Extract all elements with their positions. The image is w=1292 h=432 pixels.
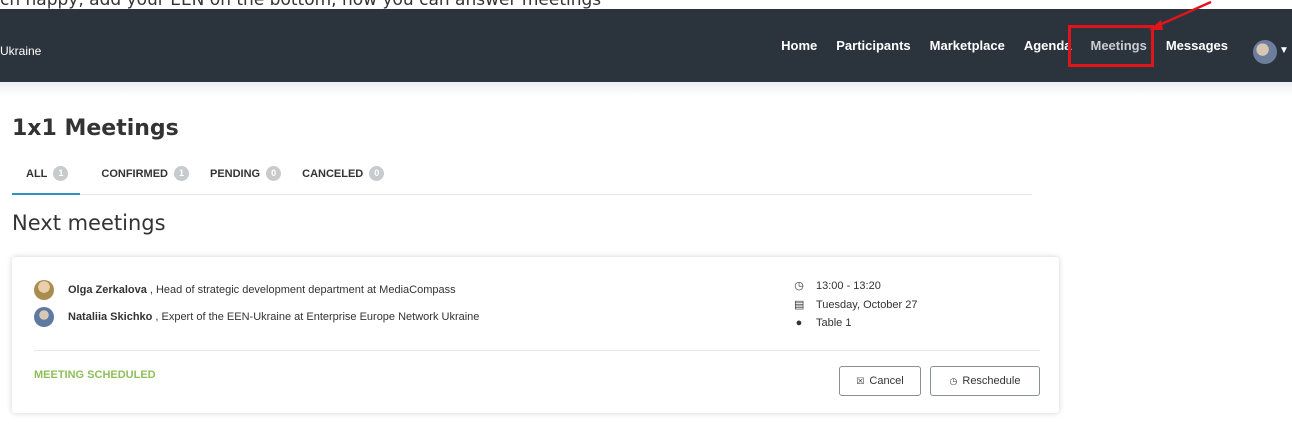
status-badge: MEETING SCHEDULED: [34, 369, 156, 381]
count-badge: 1: [174, 166, 189, 181]
meeting-date-text: Tuesday, October 27: [816, 298, 918, 311]
nav-messages[interactable]: Messages: [1166, 38, 1228, 53]
clock-icon: ◷: [794, 280, 804, 292]
annotation-highlight-box: [1068, 25, 1154, 67]
cancel-label: Cancel: [869, 375, 904, 387]
page-title: 1x1 Meetings: [12, 116, 179, 141]
chevron-down-icon[interactable]: ▼: [1279, 45, 1289, 56]
user-avatar[interactable]: [1253, 40, 1277, 64]
top-strip: ch happy, add your EEN on the bottom, ho…: [0, 0, 1292, 9]
participant-role: , Head of strategic development departme…: [149, 284, 456, 296]
participant-name[interactable]: Olga Zerkalova: [68, 284, 147, 296]
nav-agenda[interactable]: Agenda: [1024, 38, 1072, 53]
reschedule-button[interactable]: ◷ Reschedule: [930, 366, 1040, 396]
tab-label: ALL: [26, 168, 48, 180]
tab-label: CONFIRMED: [101, 168, 168, 180]
brand[interactable]: Ukraine: [0, 44, 41, 58]
section-title: Next meetings: [12, 211, 166, 235]
meeting-date: ▤ Tuesday, October 27: [794, 298, 918, 312]
meeting-card: Olga Zerkalova , Head of strategic devel…: [12, 257, 1059, 413]
count-badge: 0: [369, 166, 385, 181]
participant-role: , Expert of the EEN-Ukraine at Enterpris…: [155, 311, 480, 323]
meeting-location: ● Table 1: [794, 317, 852, 329]
tab-pending[interactable]: PENDING 0: [210, 160, 282, 195]
meeting-time: ◷ 13:00 - 13:20: [794, 279, 881, 293]
count-badge: 1: [53, 166, 69, 181]
tab-all[interactable]: ALL 1: [12, 160, 81, 195]
card-divider: [34, 350, 1040, 351]
meeting-tabs: ALL 1 CONFIRMED 1 PENDING 0 CANCELED 0: [12, 160, 1032, 195]
tab-confirmed[interactable]: CONFIRMED 1: [101, 160, 189, 195]
nav-home[interactable]: Home: [781, 38, 817, 53]
meeting-time-text: 13:00 - 13:20: [816, 279, 881, 292]
count-badge: 0: [266, 166, 282, 181]
reschedule-label: Reschedule: [962, 375, 1021, 387]
avatar[interactable]: [34, 280, 54, 300]
participant-name[interactable]: Nataliia Skichko: [68, 311, 152, 323]
participant-row: Nataliia Skichko , Expert of the EEN-Ukr…: [34, 307, 479, 327]
cancel-button[interactable]: ☒ Cancel: [839, 366, 921, 396]
top-strip-text: ch happy, add your EEN on the bottom, ho…: [0, 0, 601, 9]
tab-canceled[interactable]: CANCELED 0: [302, 160, 385, 195]
nav-marketplace[interactable]: Marketplace: [930, 38, 1005, 53]
calendar-icon: ▤: [794, 299, 805, 311]
tab-label: CANCELED: [302, 168, 364, 180]
tab-label: PENDING: [210, 168, 261, 180]
clock-icon: ◷: [949, 375, 958, 386]
close-square-icon: ☒: [856, 375, 865, 386]
avatar[interactable]: [34, 307, 54, 327]
participant-row: Olga Zerkalova , Head of strategic devel…: [34, 280, 456, 300]
annotation-arrow-icon: [1149, 0, 1212, 30]
nav-participants[interactable]: Participants: [836, 38, 910, 53]
navbar-shadow: [0, 82, 1292, 96]
meeting-location-text: Table 1: [816, 317, 852, 329]
map-pin-icon: ●: [795, 317, 803, 329]
